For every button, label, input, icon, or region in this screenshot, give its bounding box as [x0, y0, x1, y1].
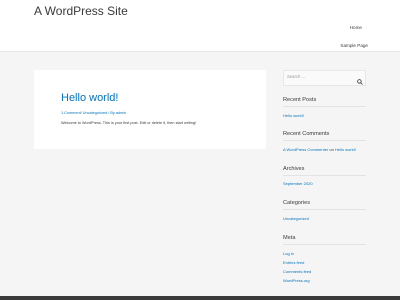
meta-comments-feed-link[interactable]: Comments feed	[283, 269, 311, 274]
meta-wordpress-org-link[interactable]: WordPress.org	[283, 278, 310, 283]
post-meta: 1 Comment/ Uncategorized / By admin	[61, 111, 126, 115]
archives-title: Archives	[283, 166, 305, 172]
divider	[283, 209, 366, 210]
category-item-link[interactable]: Uncategorized	[283, 216, 309, 221]
category-link[interactable]: Uncategorized	[83, 111, 107, 115]
post-excerpt: Welcome to WordPress. This is your first…	[61, 121, 197, 125]
divider	[283, 175, 366, 176]
post-card: Hello world! 1 Comment/ Uncategorized / …	[34, 70, 266, 149]
meta-entries-feed-link[interactable]: Entries feed	[283, 260, 304, 265]
search-icon[interactable]	[357, 79, 363, 85]
nav-item-sample-page[interactable]: Sample Page	[340, 43, 368, 48]
site-title[interactable]: A WordPress Site	[34, 4, 128, 18]
recent-post-link[interactable]: Hello world!	[283, 113, 304, 118]
meta-login-link[interactable]: Log in	[283, 251, 294, 256]
commenter-link[interactable]: A WordPress Commenter	[283, 147, 328, 152]
divider	[283, 140, 366, 141]
primary-nav: Home Sample Page	[300, 0, 400, 52]
site-header: A WordPress Site Home Sample Page	[0, 0, 400, 52]
nav-item-home[interactable]: Home	[350, 25, 362, 30]
divider	[283, 244, 366, 245]
recent-comments-title: Recent Comments	[283, 131, 330, 137]
categories-title: Categories	[283, 200, 311, 206]
archive-link[interactable]: September 2020	[283, 181, 313, 186]
meta-title: Meta	[283, 235, 296, 241]
search-placeholder: Search …	[287, 74, 306, 79]
footer-bar	[0, 296, 400, 300]
recent-posts-title: Recent Posts	[283, 97, 317, 103]
author-link[interactable]: admin	[116, 111, 126, 115]
sidebar: Search … Recent Posts Hello world! Recen…	[283, 70, 367, 290]
comments-link[interactable]: 1 Comment	[61, 111, 81, 115]
divider	[283, 106, 366, 107]
search-input[interactable]: Search …	[283, 70, 366, 86]
recent-comment: A WordPress Commenter on Hello world!	[283, 147, 356, 152]
comment-on-text: on	[328, 147, 335, 152]
post-title[interactable]: Hello world!	[61, 92, 118, 104]
comment-post-link[interactable]: Hello world!	[335, 147, 356, 152]
meta-separator: / By	[107, 111, 116, 115]
